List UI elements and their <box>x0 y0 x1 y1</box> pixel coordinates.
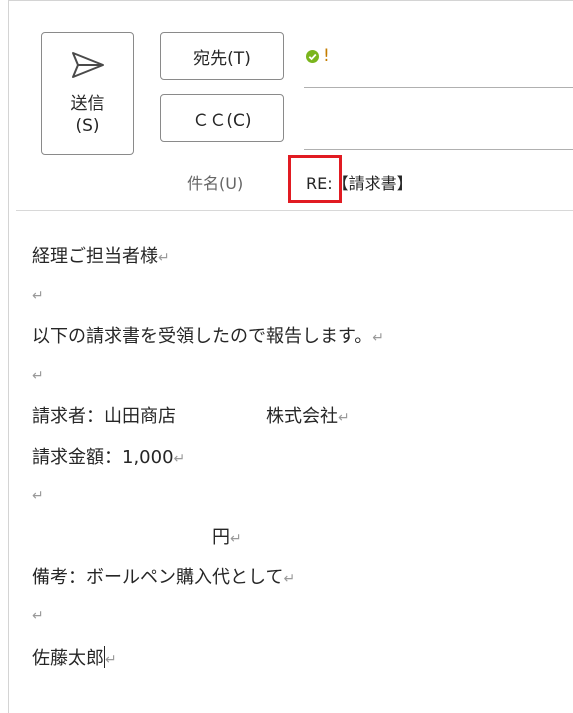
paragraph-mark-icon: ↵ <box>32 288 44 304</box>
paragraph-mark-icon: ↵ <box>372 330 384 346</box>
paragraph-mark-icon: ↵ <box>173 451 186 467</box>
body-line: 備考：ボールペン購入代として↵ <box>32 567 296 588</box>
paragraph-mark-icon: ↵ <box>32 368 44 384</box>
to-field-value: ! <box>323 46 330 66</box>
paragraph-mark-icon: ↵ <box>105 652 117 668</box>
cc-field[interactable] <box>304 96 573 150</box>
paragraph-mark-icon: ↵ <box>32 488 44 504</box>
to-field[interactable]: ! <box>304 36 573 88</box>
send-button-label: 送信 (S) <box>70 94 105 136</box>
body-line: 請求者：山田商店 株式会社↵ <box>32 406 350 427</box>
body-line: ↵ <box>32 364 44 385</box>
body-line: ↵ <box>32 284 44 305</box>
paragraph-mark-icon: ↵ <box>283 571 296 587</box>
send-icon <box>71 52 104 78</box>
body-line: 以下の請求書を受領したので報告します。↵ <box>32 326 384 347</box>
paragraph-mark-icon: ↵ <box>230 531 242 547</box>
cc-button[interactable]: ＣＣ(C) <box>160 94 284 142</box>
body-line: 佐藤太郎↵ <box>32 646 117 669</box>
header-divider <box>16 210 573 211</box>
paragraph-mark-icon: ↵ <box>338 410 350 426</box>
body-line: 円↵ <box>32 527 242 548</box>
to-button[interactable]: 宛先(T) <box>160 32 284 80</box>
body-line: ↵ <box>32 484 44 505</box>
body-line: 経理ご担当者様↵ <box>32 246 170 267</box>
subject-label: 件名(U) <box>187 174 244 193</box>
body-line: 請求金額：1,000↵ <box>32 447 186 468</box>
paragraph-mark-icon: ↵ <box>158 250 170 266</box>
send-button[interactable]: 送信 (S) <box>41 32 134 155</box>
green-check-icon <box>306 50 319 63</box>
body-line: ↵ <box>32 604 44 625</box>
subject-field[interactable]: RE:【請求書】 <box>306 170 413 194</box>
paragraph-mark-icon: ↵ <box>32 608 44 624</box>
